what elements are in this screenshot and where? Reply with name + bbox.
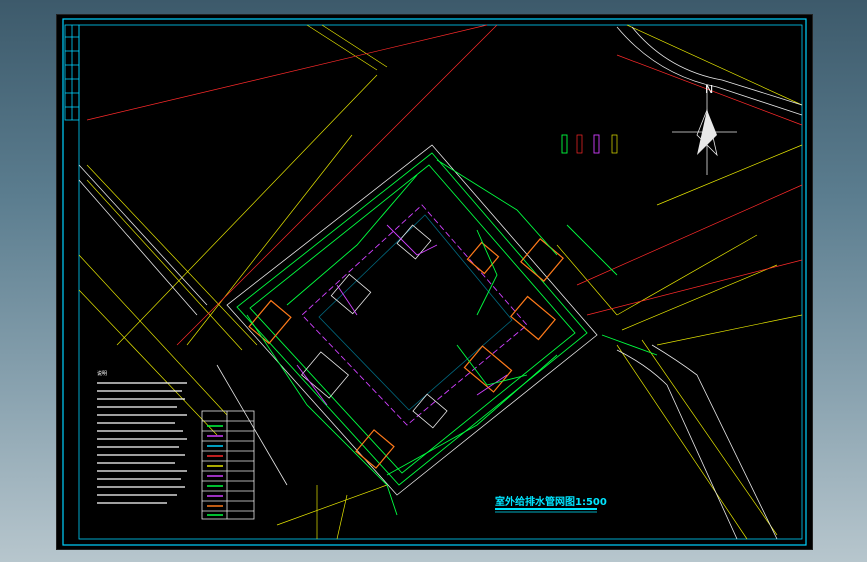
detail-symbols (561, 134, 618, 154)
road-lines (78, 24, 803, 540)
site-plan (226, 144, 658, 516)
drawing-title-text: 室外给排水管网图1:500 (495, 495, 607, 508)
notes-title: 说明 (97, 370, 107, 377)
outer-frame (62, 18, 807, 546)
notes-block: 说明 (97, 370, 187, 504)
cad-viewport[interactable]: N 说明 室外给排水管网图1:500 (56, 14, 813, 550)
road-curbs (78, 26, 803, 540)
boundary-lines (86, 24, 803, 346)
drawing-canvas[interactable]: N 说明 室外给排水管网图1:500 (57, 15, 812, 549)
inner-frame (78, 24, 803, 540)
north-label: N (705, 83, 713, 96)
drawing-title: 室外给排水管网图1:500 (495, 495, 607, 513)
title-block-strip (64, 24, 80, 121)
